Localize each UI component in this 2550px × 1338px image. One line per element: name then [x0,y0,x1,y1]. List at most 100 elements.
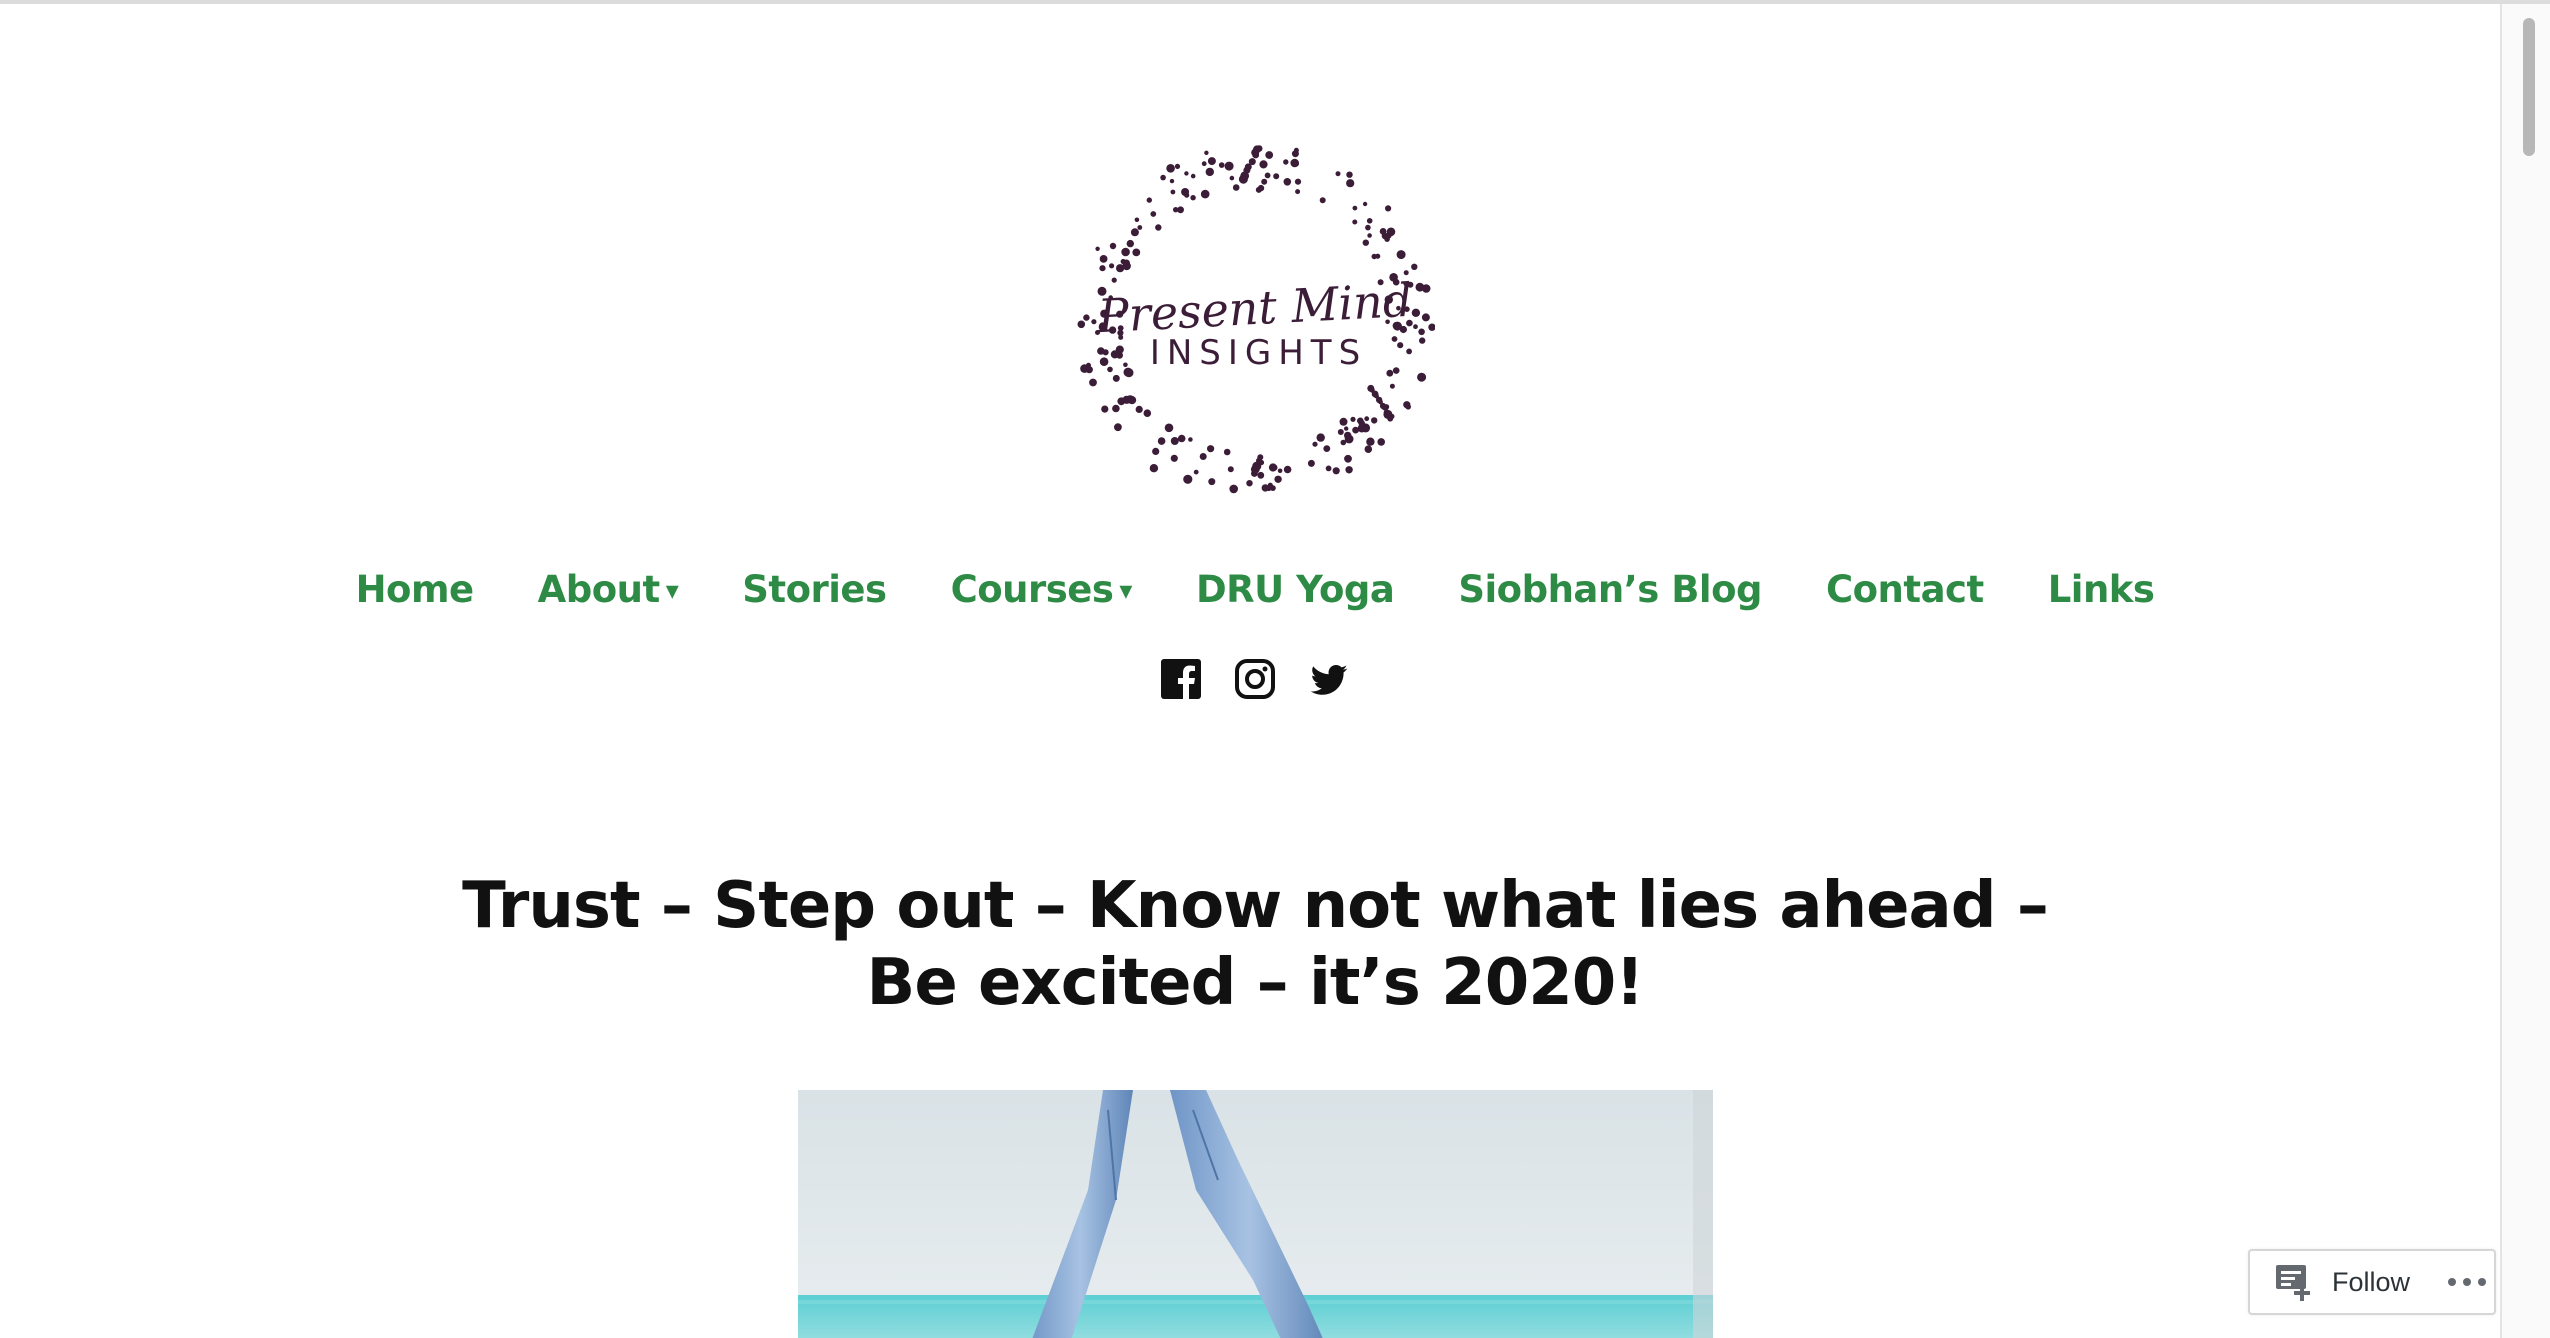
nav-item-courses[interactable]: Courses ▾ [950,568,1133,611]
logo-dot [1143,409,1152,418]
twitter-icon[interactable] [1308,658,1350,700]
scrollbar-thumb[interactable] [2523,18,2535,156]
logo-dot [1387,415,1394,422]
logo-dot [1160,174,1166,181]
logo-dot [1277,468,1283,474]
logo-dot [1130,228,1139,237]
logo-dot [1307,459,1315,467]
logo-dot [1201,161,1207,167]
logo-dot [1345,466,1353,474]
logo-dot [1170,454,1178,462]
logo-dot [1114,423,1122,432]
nav-item-siobhans-blog[interactable]: Siobhan’s Blog [1458,568,1762,611]
logo-dot [1166,164,1175,173]
logo-dot [1335,171,1341,177]
nav-item-label: Courses [950,568,1114,611]
logo-dot [1193,469,1199,475]
logo-dot [1121,247,1130,257]
nav-item-stories[interactable]: Stories [742,568,887,611]
logo-dot [1283,159,1289,165]
logo-dot [1207,157,1216,166]
logo-dot [1332,467,1340,475]
logo-dot [1352,426,1359,434]
logo-dot [1181,188,1190,196]
featured-image-graphic [798,1090,1713,1338]
follow-widget: Follow [2248,1249,2496,1315]
logo-dot [1169,178,1175,184]
vertical-scrollbar[interactable] [2500,4,2550,1338]
logo-dot [1122,395,1131,404]
logo-dot [1283,465,1292,474]
window-top-border [0,0,2550,4]
nav-item-links[interactable]: Links [2048,568,2155,611]
nav-item-label: Contact [1825,568,1984,611]
reader-follow-icon[interactable] [2274,1261,2316,1303]
nav-item-label: DRU Yoga [1195,568,1395,611]
logo-dot [1224,161,1234,171]
dot [2463,1278,2472,1286]
logo-dot [1227,466,1234,473]
logo-dot [1232,184,1240,191]
logo-dot [1316,433,1325,442]
logo-dot [1352,205,1358,211]
logo-dot [1205,167,1214,177]
logo-dot [1134,217,1140,223]
nav-item-home[interactable]: Home [355,568,475,611]
logo-dot [1101,405,1109,413]
logo-dot [1261,484,1269,492]
dot [2448,1278,2457,1286]
logo-dot [1155,224,1162,231]
logo-dot [1319,197,1326,204]
logo-dot [1109,263,1115,269]
logo-dot [1089,378,1097,387]
logo-dot [1122,261,1131,271]
logo-dot [1244,163,1252,171]
logo-dot [1257,471,1265,479]
logo-dot [1223,448,1231,456]
logo-dot [1352,219,1358,225]
logo-dot [1261,178,1268,185]
logo-dot [1259,160,1268,169]
nav-item-label: About [537,568,661,611]
logo-dot [1417,372,1427,382]
follow-button[interactable]: Follow [2332,1267,2410,1298]
ellipsis-icon[interactable] [2448,1278,2487,1286]
logo-dot [1405,404,1411,410]
logo-dot [1258,459,1265,466]
nav-item-contact[interactable]: Contact [1826,568,1984,611]
logo-dot [1385,205,1392,212]
nav-item-dru-yoga[interactable]: DRU Yoga [1195,568,1395,611]
social-links [1160,658,1350,700]
logo-dot [1126,239,1134,248]
logo-dot [1283,178,1292,186]
logo-dot [1274,475,1282,483]
logo-dot [1312,441,1318,447]
post-title: Trust – Step out – Know not what lies ah… [462,869,2049,1020]
chevron-down-icon: ▾ [665,576,679,606]
logo-dot [1367,233,1372,238]
logo-dot [1207,445,1215,453]
logo-dot [1170,437,1179,445]
instagram-icon[interactable] [1234,658,1276,700]
logo-dot [1135,405,1143,413]
logo-dot [1099,255,1108,263]
logo-dot [1164,423,1174,433]
logo-dot [1339,417,1348,426]
site-logo[interactable]: Present Mind INSIGHTS [1075,143,1436,503]
logo-dot [1365,224,1371,231]
logo-dot [1290,158,1299,168]
nav-item-label: Home [355,568,475,611]
logo-dot [1150,211,1157,217]
logo-dot [1389,383,1395,389]
facebook-icon[interactable] [1160,658,1202,700]
logo-dot [1375,253,1381,259]
logo-dot [1170,189,1176,195]
logo-dot [1273,173,1280,180]
logo-dot [1218,162,1225,168]
logo-dot [1184,171,1189,176]
logo-text-insights: INSIGHTS [1149,333,1368,373]
logo-dot [1364,416,1370,422]
logo-dot [1344,426,1349,431]
nav-item-about[interactable]: About ▾ [538,568,679,611]
logo-dot [1208,478,1216,486]
